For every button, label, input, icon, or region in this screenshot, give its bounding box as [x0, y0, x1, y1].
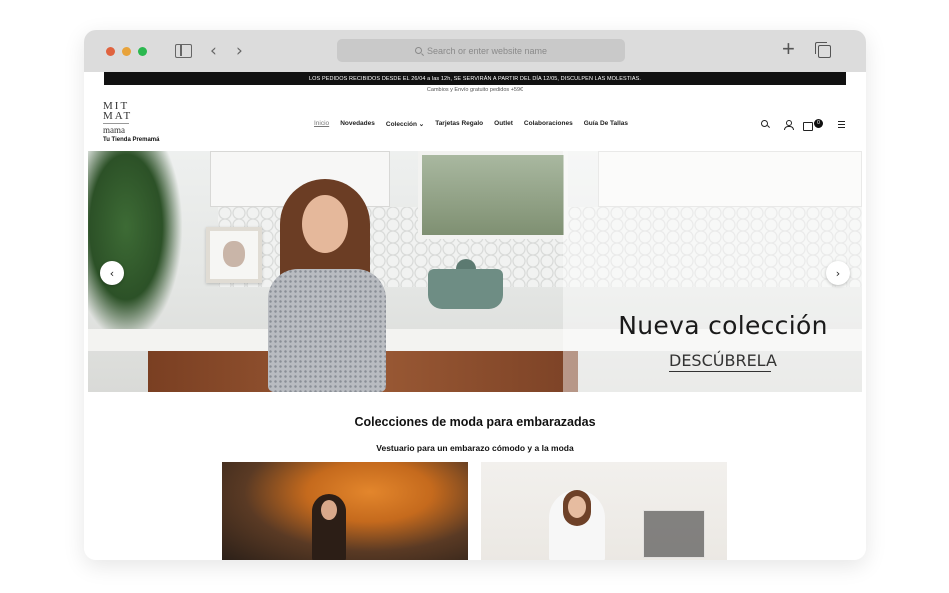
new-tab-button[interactable]: + [782, 38, 795, 60]
announcement-bar: LOS PEDIDOS RECIBIDOS DESDE EL 26/04 a l… [104, 72, 846, 85]
close-window-button[interactable] [106, 47, 115, 56]
collection-card-home[interactable] [481, 462, 727, 560]
announcement-text: LOS PEDIDOS RECIBIDOS DESDE EL 26/04 a l… [309, 75, 641, 82]
nav-item-guia-tallas[interactable]: Guía De Tallas [584, 120, 628, 128]
hero-window [418, 151, 568, 239]
collection-card-gallery-wall [643, 510, 705, 558]
chevron-right-icon: › [835, 266, 841, 280]
nav-item-tarjetas-regalo[interactable]: Tarjetas Regalo [435, 120, 483, 128]
collections-title: Colecciones de moda para embarazadas [354, 415, 596, 429]
hero-model-dress [268, 269, 386, 392]
user-icon[interactable] [784, 120, 794, 130]
nav-item-coleccion[interactable]: Colección ⌄ [386, 120, 424, 128]
cart-icon[interactable] [803, 120, 813, 131]
hero-model-face [302, 195, 348, 253]
promo-text: Cambios y Envío gratuito pedidos +59€ [426, 87, 524, 93]
web-page: LOS PEDIDOS RECIBIDOS DESDE EL 26/04 a l… [84, 72, 866, 560]
menu-icon[interactable] [838, 120, 847, 129]
forward-arrow-icon[interactable]: › [236, 41, 243, 61]
minimize-window-button[interactable] [122, 47, 131, 56]
hero-cta-link[interactable]: DESCÚBRELA [669, 351, 777, 372]
main-navigation: Inicio Novedades Colección ⌄ Tarjetas Re… [314, 120, 628, 128]
nav-item-colaboraciones[interactable]: Colaboraciones [524, 120, 573, 128]
hero-title: Nueva colección [618, 311, 828, 340]
collection-card-model [549, 490, 605, 560]
back-arrow-icon[interactable]: ‹ [210, 41, 217, 61]
address-bar[interactable]: Search or enter website name [337, 39, 625, 62]
nav-item-outlet[interactable]: Outlet [494, 120, 513, 128]
site-header: MIT MAT mama Tu Tienda Premamá Inicio No… [84, 100, 866, 150]
collection-card-model [312, 494, 346, 560]
nav-item-novedades[interactable]: Novedades [340, 120, 375, 128]
chevron-left-icon: ‹ [109, 266, 115, 280]
browser-window: ‹ › Search or enter website name + LOS P… [84, 30, 866, 560]
slider-next-button[interactable]: › [826, 261, 850, 285]
cart-count-badge: 0 [814, 119, 823, 128]
hero-model [250, 179, 410, 392]
collections-subtitle: Vestuario para un embarazo cómodo y a la… [376, 443, 574, 453]
address-placeholder: Search or enter website name [426, 45, 548, 56]
logo-line-3: mama [103, 123, 129, 136]
sidebar-toggle-icon[interactable] [175, 44, 192, 58]
search-icon [414, 47, 422, 54]
logo-tagline: Tu Tienda Premamá [103, 137, 160, 143]
logo-line-2: MAT [103, 110, 133, 122]
browser-toolbar: ‹ › Search or enter website name + [84, 30, 866, 72]
nav-item-inicio[interactable]: Inicio [314, 120, 329, 128]
slider-prev-button[interactable]: ‹ [100, 261, 124, 285]
collection-card-autumn[interactable] [222, 462, 468, 560]
hero-slider: Nueva colección DESCÚBRELA ‹ › [88, 151, 862, 392]
maximize-window-button[interactable] [138, 47, 147, 56]
tab-overview-icon[interactable] [815, 42, 831, 58]
hero-plant [88, 151, 183, 341]
hero-pot [428, 259, 503, 309]
search-icon[interactable] [761, 120, 770, 129]
site-logo[interactable]: MIT MAT mama Tu Tienda Premamá [103, 101, 183, 144]
